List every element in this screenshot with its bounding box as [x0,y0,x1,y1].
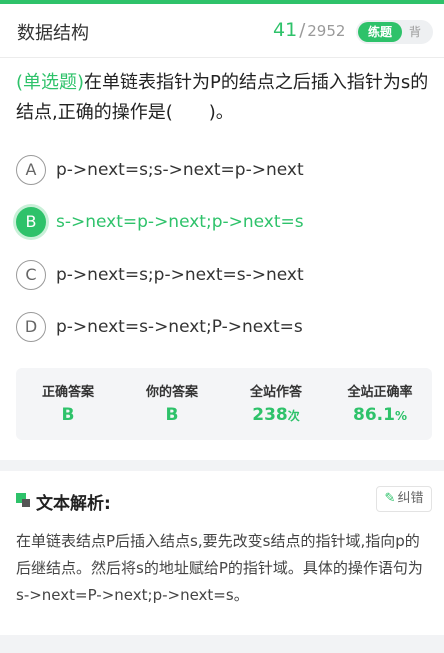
mode-practice-button[interactable]: 练题 [358,22,402,42]
option-a-letter: A [16,155,46,185]
option-b[interactable]: B s->next=p->next;p->next=s [16,207,432,237]
analysis-card: 文本解析: ✎ 纠错 在单链表结点P后插入结点s,要先改变s结点的指针域,指向p的… [0,471,444,635]
stat-correct-answer: 正确答案 B [16,368,120,440]
subject-title: 数据结构 [17,23,89,44]
stat-correct-label: 正确答案 [41,385,94,400]
stat-your-answer: 你的答案 B [120,368,224,440]
option-d-letter: D [16,312,46,342]
stat-count-unit: 次 [287,409,300,423]
stat-count-label: 全站作答 [249,385,302,400]
stat-rate-value: 86.1 [353,405,395,425]
analysis-text: 在单链表结点P后插入结点s,要先改变s结点的指针域,指向p的后继结点。然后将s的… [16,532,423,604]
analysis-section-icon [16,493,30,507]
option-d[interactable]: D p->next=s->next;P->next=s [16,312,432,342]
option-d-text: p->next=s->next;P->next=s [56,317,303,337]
stat-count-value: 238 [252,405,288,425]
stat-correct-rate: 全站正确率 86.1% [328,368,432,440]
report-error-button[interactable]: ✎ 纠错 [376,486,432,512]
total-question-count: 2952 [307,22,346,40]
progress-separator: / [299,20,306,41]
option-a-text: p->next=s;s->next=p->next [56,160,304,180]
current-question-number: 41 [273,19,298,41]
stat-answer-count: 全站作答 238次 [224,368,328,440]
analysis-title: 文本解析: [36,494,111,514]
question-card: 数据结构 41/2952 练题 背 (单选题)在单链表指针为P的结点之后插入指针… [0,4,444,460]
option-a[interactable]: A p->next=s;s->next=p->next [16,155,432,185]
stat-rate-unit: % [394,409,407,423]
answer-stats: 正确答案 B 你的答案 B 全站作答 238次 全站正确率 86.1% [16,368,432,440]
stat-yours-value: B [165,405,179,425]
stat-correct-value: B [61,405,75,425]
edit-icon: ✎ [384,491,396,506]
question-progress[interactable]: 41/2952 [273,19,345,41]
question-stem: (单选题)在单链表指针为P的结点之后插入指针为s的结点,正确的操作是( )。 [16,68,432,128]
mode-toggle[interactable]: 练题 背 [356,20,433,44]
option-c[interactable]: C p->next=s;p->next=s->next [16,260,432,290]
report-error-label: 纠错 [397,491,424,506]
stat-yours-label: 你的答案 [145,385,198,400]
header: 数据结构 41/2952 练题 背 [0,4,444,58]
question-type: (单选题) [16,72,85,93]
stat-rate-value-wrap: 86.1% [328,405,432,425]
option-b-letter: B [16,207,46,237]
option-c-text: p->next=s;p->next=s->next [56,265,304,285]
option-c-letter: C [16,260,46,290]
stat-rate-label: 全站正确率 [347,385,413,400]
stat-count-value-wrap: 238次 [224,405,328,425]
option-b-text: s->next=p->next;p->next=s [56,212,304,232]
mode-recite-button[interactable]: 背 [409,22,421,42]
analysis-icon-square-dark [22,499,30,507]
